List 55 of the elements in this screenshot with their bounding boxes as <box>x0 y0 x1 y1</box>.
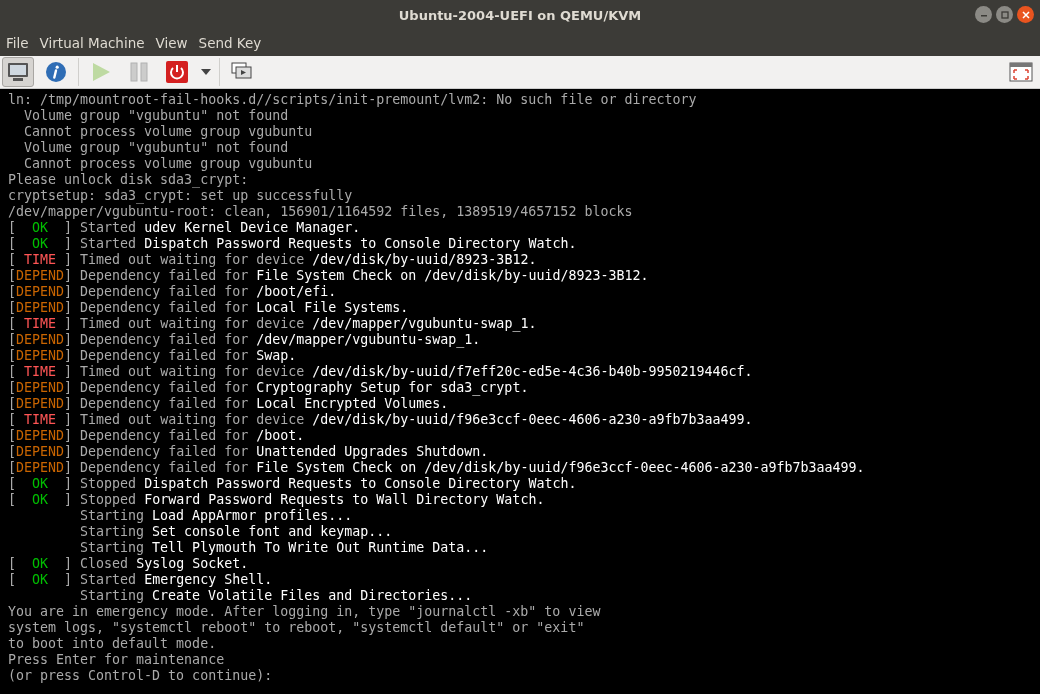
console-line: [DEPEND] Dependency failed for /boot/efi. <box>8 284 338 300</box>
caret-icon <box>201 69 211 75</box>
window-title: Ubuntu-2004-UEFI on QEMU/KVM <box>398 7 642 23</box>
console-line: You are in emergency mode. After logging in, type "journalctl -xb" to view <box>8 604 602 620</box>
console-line: ln: /tmp/mountroot-fail-hooks.d//scripts/init-premount/lvm2: No such file or directory <box>8 92 698 108</box>
console-line: [ OK ] Started Dispatch Password Requests to Console Directory Watch. <box>8 236 578 252</box>
console-line: [ OK ] Started Emergency Shell. <box>8 572 274 588</box>
console-line: to boot into default mode. <box>8 636 218 652</box>
console-line: [DEPEND] Dependency failed for Swap. <box>8 348 298 364</box>
power-icon <box>166 61 188 83</box>
console-line: [DEPEND] Dependency failed for Cryptography Setup for sda3_crypt. <box>8 380 530 396</box>
console-line: Press Enter for maintenance <box>8 652 226 668</box>
console-line: /dev/mapper/vgubuntu-root: clean, 156901/1164592 files, 1389519/4657152 blocks <box>8 204 634 220</box>
console-line: [ OK ] Stopped Dispatch Password Requests to Console Directory Watch. <box>8 476 578 492</box>
menu-item[interactable]: File <box>2 35 33 51</box>
console-line: [ TIME ] Timed out waiting for device /dev/mapper/vgubuntu-swap_1. <box>8 316 538 332</box>
info-icon <box>45 61 67 83</box>
console-line: system logs, "systemctl reboot" to reboot, "systemctl default" or "exit" <box>8 620 586 636</box>
console-line: Volume group "vgubuntu" not found <box>23 108 290 124</box>
console-line: [ TIME ] Timed out waiting for device /dev/disk/by-uuid/8923-3B12. <box>8 252 538 268</box>
console-line: Volume group "vgubuntu" not found <box>23 140 290 156</box>
console-line: [DEPEND] Dependency failed for File System Check on /dev/disk/by-uuid/f96e3ccf-0eec-4606-a230-a9fb7b3aa499. <box>8 460 866 476</box>
console-line: Please unlock disk sda3_crypt: <box>8 172 250 188</box>
pause-icon <box>129 61 149 83</box>
monitor-button[interactable] <box>2 57 34 87</box>
menu-item[interactable]: Send Key <box>194 35 266 51</box>
console-line: [DEPEND] Dependency failed for /dev/mapper/vgubuntu-swap_1. <box>8 332 482 348</box>
menu-item[interactable]: View <box>151 35 192 51</box>
console-line: Starting Load AppArmor profiles... <box>79 508 354 524</box>
console-line: Starting Set console font and keymap... <box>79 524 394 540</box>
console-line: [DEPEND] Dependency failed for /boot. <box>8 428 306 444</box>
console-line: [ OK ] Stopped Forward Password Requests to Wall Directory Watch. <box>8 492 546 508</box>
console-line: Cannot process volume group vgubuntu <box>23 124 314 140</box>
monitor-icon <box>7 62 29 82</box>
console-line: [ OK ] Closed Syslog Socket. <box>8 556 250 572</box>
fullscreen-icon <box>1009 62 1033 82</box>
console-line: [DEPEND] Dependency failed for Local File Systems. <box>8 300 410 316</box>
console-line: cryptsetup: sda3_crypt: set up successfully <box>8 188 354 204</box>
console-line: [ OK ] Started udev Kernel Device Manager. <box>8 220 362 236</box>
minimize-button[interactable] <box>975 6 992 23</box>
console-line: [DEPEND] Dependency failed for Unattended Upgrades Shutdown. <box>8 444 490 460</box>
play-icon <box>90 61 112 83</box>
console-line: Starting Create Volatile Files and Directories... <box>79 588 474 604</box>
menu-item[interactable]: Virtual Machine <box>35 35 149 51</box>
maximize-icon <box>1000 10 1009 19</box>
console-line: [DEPEND] Dependency failed for Local Encrypted Volumes. <box>8 396 450 412</box>
console-line: (or press Control-D to continue): <box>8 668 274 684</box>
close-icon <box>1021 10 1030 19</box>
console-line: [DEPEND] Dependency failed for File System Check on /dev/disk/by-uuid/8923-3B12. <box>8 268 650 284</box>
console-line: Starting Tell Plymouth To Write Out Runtime Data... <box>79 540 490 556</box>
screens-icon <box>231 62 253 82</box>
console-line: [ TIME ] Timed out waiting for device /dev/disk/by-uuid/f96e3ccf-0eec-4606-a230-a9fb7b3aa499. <box>8 412 754 428</box>
console-line: Cannot process volume group vgubuntu <box>23 156 314 172</box>
console-line: [ TIME ] Timed out waiting for device /dev/disk/by-uuid/f7eff20c-ed5e-4c36-b40b-9950219446cf. <box>8 364 754 380</box>
close-button[interactable] <box>1017 6 1034 23</box>
